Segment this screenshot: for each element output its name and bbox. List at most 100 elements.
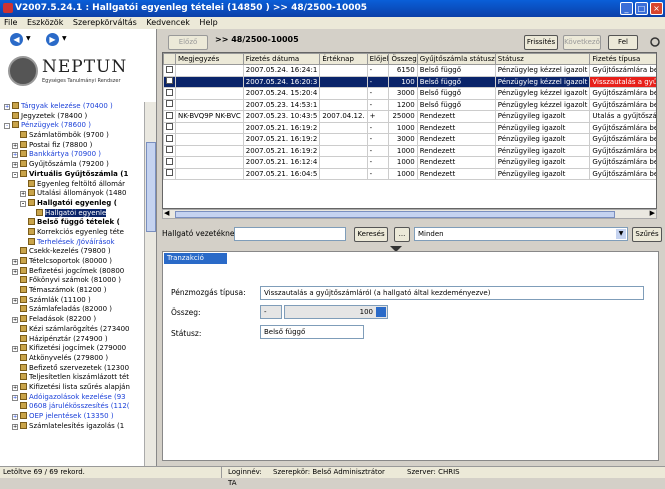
status-field[interactable]: Belső függő [260,325,364,339]
tab-transaction-data[interactable]: Tranzakció adatai [164,253,227,273]
tree-item[interactable]: + Kifizetési jogcímek (279000 [0,344,143,354]
row-checkbox[interactable] [166,88,173,96]
tree-item[interactable]: + Számlák (11100 ) [0,295,143,306]
tree-item[interactable]: Számlatömbök (9700 ) [0,131,143,141]
table-row[interactable]: 2007.05.21. 16:19:2 -1000 Rendezett Pénzügy… [163,121,656,134]
back-arrow-icon[interactable]: ◀ [10,33,23,46]
table-row[interactable]: 2007.05.21. 16:04:5 -1000 Rendezett Pénzügy… [163,167,656,180]
grid-horizontal-scrollbar[interactable]: ◀ ▶ [162,209,657,219]
tree-scroll-thumb[interactable] [146,142,156,232]
column-header[interactable]: Megjegyzés [175,53,244,65]
expand-icon[interactable]: + [12,259,18,265]
row-checkbox[interactable] [166,65,173,73]
forward-dropdown-icon[interactable]: ▼ [62,35,67,42]
collapse-icon[interactable]: - [20,200,26,207]
column-header[interactable]: Fizetés típusa [589,53,656,65]
back-dropdown-icon[interactable]: ▼ [26,35,31,42]
table-row[interactable]: 2007.05.21. 16:19:2 -3000 Rendezett Pénzügy… [163,133,656,146]
tree-item[interactable]: + OEP jelentések (13350 ) [0,412,143,422]
tree-item[interactable]: + Tételcsoportok (80000 ) [0,257,143,267]
row-checkbox[interactable] [166,157,173,165]
tree-item[interactable]: + Számlatelesítés igazolás (1 [0,421,143,432]
expand-icon[interactable]: + [12,152,18,159]
tree-item[interactable]: + Postai fiz (78800 ) [0,140,143,151]
tree-item[interactable]: + Gyűjtőszámla (79200 ) [0,160,143,170]
table-row[interactable]: 2007.05.24. 16:20:3 -100 Belső függő Pénzüg… [163,75,656,88]
tree-item[interactable]: + Tárgyak kelezése (70400 ) [0,102,143,112]
row-checkbox[interactable] [166,77,173,85]
previous-button[interactable]: Előző [168,35,208,50]
up-button[interactable]: Fel [608,35,638,50]
sign-field[interactable]: - [260,305,282,319]
row-checkbox[interactable] [166,134,173,142]
scroll-left-icon[interactable]: ◀ [164,209,169,217]
close-button[interactable]: × [650,2,663,15]
tree-item[interactable]: Házipénztár (274900 ) [0,334,143,345]
search-button[interactable]: Keresés [354,227,388,242]
menu-file[interactable]: File [4,18,17,27]
row-checkbox-cell[interactable] [163,156,176,169]
tree-item[interactable]: - Pénzügyek (78600 ) [0,121,143,131]
amount-field[interactable]: 100 [284,305,388,319]
row-checkbox[interactable] [166,146,173,154]
row-checkbox-cell[interactable] [163,98,176,111]
row-checkbox-cell[interactable] [163,75,176,88]
tree-item[interactable]: Terhelések /Jóváírások [0,237,143,248]
collapse-icon[interactable]: - [4,123,10,130]
filter-select[interactable]: Minden ▼ [414,227,628,241]
tree-item[interactable]: Jegyzetek (78400 ) [0,111,143,122]
tree-item[interactable]: + Kifizetési lista szűrés alapján [0,382,143,393]
column-header[interactable]: Gyűjtőszámla státusz [416,53,496,65]
tree-item[interactable]: Számlafeladás (82000 ) [0,305,143,315]
expand-icon[interactable]: + [12,394,18,401]
tree-item[interactable]: Egyenleg feltöltő állomár [0,179,143,190]
tree-item[interactable]: + Utalási állományok (1480 [0,189,143,199]
column-header[interactable]: Státusz [494,53,591,65]
scroll-right-icon[interactable]: ▶ [650,209,655,217]
expand-icon[interactable]: + [12,414,18,420]
row-checkbox[interactable] [166,169,173,177]
next-button[interactable]: Következő [563,35,601,50]
tree-item[interactable]: - Virtuális Gyűjtőszámla (1 [0,169,143,180]
chevron-down-icon[interactable]: ▼ [616,229,626,239]
tree-item[interactable]: 0608 járulékösszesítés (112( [0,402,143,412]
tree-item[interactable]: Teljesítetlen kiszámlázott tét [0,373,143,383]
table-row[interactable]: 2007.05.23. 14:53:1 -1200 Belső függő Pénzü… [163,98,656,111]
table-row[interactable]: 2007.05.24. 16:24:1 -6150 Belső függő Pénzü… [163,64,656,77]
tree-item[interactable]: Csekk-kezelés (79800 ) [0,247,143,257]
row-checkbox[interactable] [166,123,173,131]
table-row[interactable]: 2007.05.21. 16:12:4 -1000 Rendezett Pénzügy… [163,156,656,169]
tree-item[interactable]: Főkönyvi számok (81000 ) [0,276,143,286]
expand-icon[interactable]: + [12,297,18,304]
column-header[interactable] [163,53,176,65]
expand-icon[interactable]: + [20,191,26,198]
row-checkbox-cell[interactable] [163,133,176,146]
tree-item[interactable]: + Adóigazolások kezelése (93 [0,392,143,403]
row-checkbox-cell[interactable] [163,144,176,157]
collapse-icon[interactable]: - [12,171,18,178]
table-row[interactable]: 2007.05.21. 16:19:2 -1000 Rendezett Pénzügy… [163,144,656,157]
column-header[interactable]: Értéknap [319,53,368,65]
minimize-button[interactable]: _ [620,2,633,15]
filter-input[interactable] [234,227,346,241]
refresh-button[interactable]: Frissítés [524,35,558,50]
row-checkbox-cell[interactable] [163,64,176,77]
tree-item[interactable]: + Feladások (82200 ) [0,315,143,325]
row-checkbox-cell[interactable] [163,167,176,180]
row-checkbox[interactable] [166,111,173,119]
tree-item[interactable]: Korrekciós egyenleg téte [0,227,143,238]
maximize-button[interactable]: □ [635,2,648,15]
menu-help[interactable]: Help [199,18,217,27]
mode-field[interactable]: Visszautalás a gyűjtőszámláról (a hallga… [260,286,644,300]
table-row[interactable]: 2007.05.24. 15:20:4 -3000 Belső függő Pénzü… [163,87,656,100]
menu-role-switch[interactable]: Szerepkörváltás [73,18,137,27]
menu-favorites[interactable]: Kedvencek [146,18,190,27]
expand-icon[interactable]: + [12,346,18,353]
expand-icon[interactable]: + [4,104,10,110]
column-header[interactable]: Előjel [366,53,390,65]
browse-button[interactable]: ... [394,227,410,242]
tree-item[interactable]: + Bankkártya (70900 ) [0,150,143,160]
row-checkbox[interactable] [166,100,173,108]
column-header[interactable]: Fizetés dátuma [242,53,321,65]
row-checkbox-cell[interactable] [163,121,176,134]
